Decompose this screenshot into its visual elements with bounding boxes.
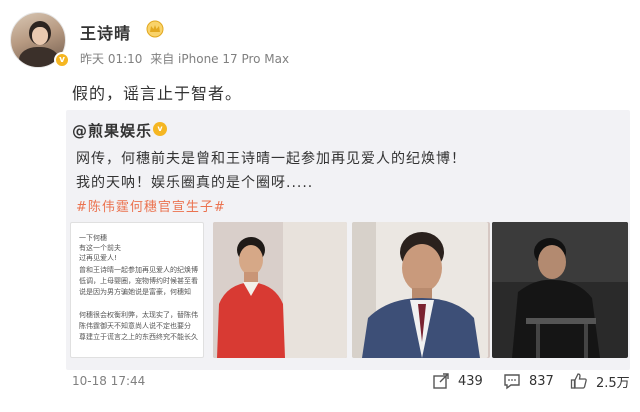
photo-man-dark [492, 222, 628, 358]
post-source: 来自 iPhone 17 Pro Max [150, 52, 290, 66]
screenshot-thumbnail[interactable]: 一下何穗 有这一个前夫 过再见爱人! 曾和王诗晴一起参加再见爱人的纪焕博 低调，… [70, 222, 204, 358]
hashtag-link[interactable]: #陈伟霆何穗官宣生子# [76, 196, 226, 215]
doc-line: 一下何穗 [79, 234, 107, 242]
post-time[interactable]: 昨天 01:10 [80, 52, 142, 66]
doc-line: 低调，上母婴圈，宠物博约时候甚至看 [79, 277, 198, 285]
share-icon [433, 373, 449, 389]
comment-button[interactable]: 837 [503, 370, 554, 392]
footer-timestamp: 10-18 17:44 [72, 374, 146, 388]
thumbs-up-icon [570, 373, 587, 389]
doc-line: 说是因为男方骗她说是富豪，何穗知 [79, 288, 191, 296]
comment-icon [504, 374, 520, 390]
doc-line: 何穗很会权衡利弊，太现实了，替陈伟 [79, 311, 198, 319]
photo-man-suit [352, 222, 488, 358]
doc-line: 曾和王诗晴一起参加再见爱人的纪焕博 [79, 266, 198, 274]
doc-line: 有这一个前夫 [79, 244, 121, 252]
repost-text-line: 我的天呐！娱乐圈真的是个圈呀..... [76, 175, 314, 191]
avatar-face [32, 27, 48, 45]
photo-thumbnail[interactable] [352, 222, 488, 358]
like-button[interactable]: 2.5万 [570, 370, 630, 392]
doc-line: 尊建立于谎言之上的东西终究不能长久 [79, 333, 198, 341]
like-count: 2.5万 [596, 375, 630, 391]
repost-author[interactable]: @煎果娱乐 [72, 120, 152, 141]
photo-man-red-shirt [213, 222, 347, 358]
share-button[interactable]: 439 [432, 370, 483, 392]
post-meta: 昨天 01:10 来自 iPhone 17 Pro Max [80, 50, 293, 67]
crown-icon [146, 20, 164, 38]
comment-count: 837 [529, 373, 554, 389]
post-text: 假的，谣言止于智者。 [72, 84, 243, 103]
doc-line: 陈伟霆御天不知意尚人说不定也要分 [79, 322, 191, 330]
share-count: 439 [458, 373, 483, 389]
avatar-body [19, 47, 59, 67]
user-name[interactable]: 王诗晴 [80, 20, 131, 44]
photo-thumbnail[interactable] [213, 222, 347, 358]
doc-line: 过再见爱人! [79, 254, 117, 262]
post-header: v 王诗晴 昨天 01:10 来自 iPhone 17 Pro Max [10, 8, 630, 74]
repost-verified-icon: v [153, 122, 167, 136]
photo-thumbnail[interactable] [492, 222, 628, 358]
repost-text-line: 网传，何穗前夫是曾和王诗晴一起参加再见爱人的纪焕博！ [76, 151, 466, 167]
verified-badge-icon: v [54, 52, 70, 68]
